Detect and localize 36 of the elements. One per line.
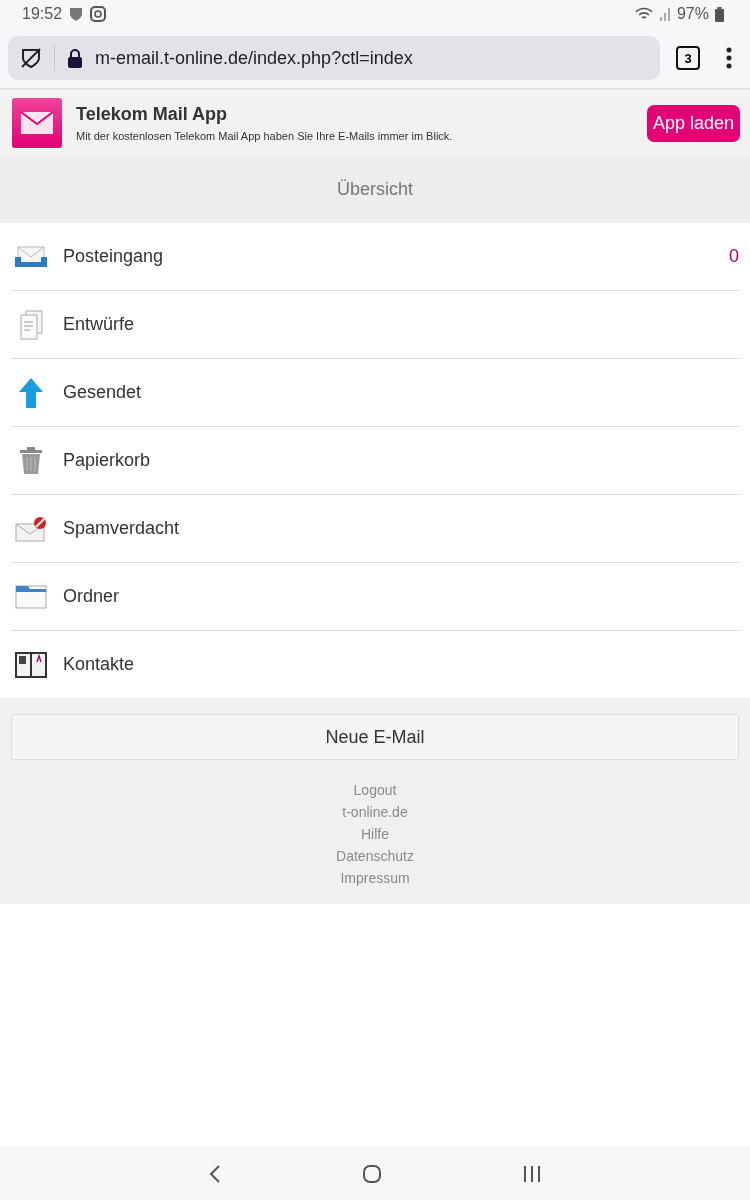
menu-icon[interactable] [726,47,732,69]
folder-label: Ordner [63,586,121,607]
tracking-shield-icon[interactable] [20,47,42,69]
url-text: m-email.t-online.de/index.php?ctl=index [95,47,413,69]
folder-label: Entwürfe [63,314,136,335]
tab-count-button[interactable]: 3 [676,46,700,70]
lock-icon [67,48,83,68]
new-email-button[interactable]: Neue E-Mail [11,714,739,760]
folder-label: Papierkorb [63,450,152,471]
folder-label: Posteingang [63,246,165,267]
battery-percentage: 97% [676,5,709,23]
section-title: Übersicht [337,179,413,200]
folder-item[interactable]: Ordner [11,563,739,631]
folder-item[interactable]: Papierkorb [11,427,739,495]
home-icon[interactable] [362,1163,382,1184]
recent-apps-icon[interactable] [522,1164,542,1183]
wifi-icon [634,7,653,21]
signal-icon [658,7,671,21]
status-time: 19:52 [22,5,63,23]
banner-text: Mit der kostenlosen Telekom Mail App haben Sie Ihre E-Mails immer im Blick. [76,130,454,142]
battery-icon [715,6,724,22]
folder-item[interactable]: Entwürfe [11,291,739,359]
folder-item[interactable]: Spamverdacht [11,495,739,563]
unread-count: 0 [729,246,739,267]
folder-item[interactable]: Posteingang 0 [11,223,739,291]
app-download-button[interactable]: App laden [646,104,740,142]
address-bar[interactable]: m-email.t-online.de/index.php?ctl=index [8,36,660,80]
folder-item[interactable]: Gesendet [11,359,739,427]
folder-label: Gesendet [63,382,143,403]
folder-label: Kontakte [63,654,136,675]
app-logo-icon [12,98,62,148]
back-icon[interactable] [208,1163,222,1184]
shield-icon [68,6,85,22]
folder-label: Spamverdacht [63,518,181,539]
folder-item[interactable]: Kontakte [11,631,739,698]
banner-title: Telekom Mail App [76,104,229,125]
